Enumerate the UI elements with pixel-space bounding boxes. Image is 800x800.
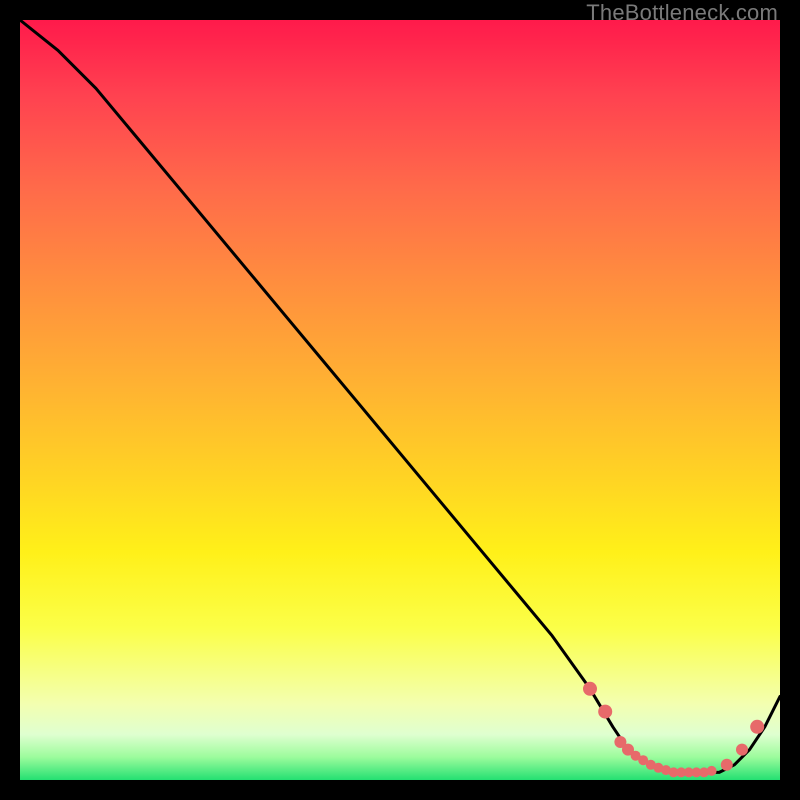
- marker-dot: [736, 744, 748, 756]
- marker-dot: [750, 720, 764, 734]
- marker-dot: [707, 766, 717, 776]
- marker-dot: [721, 759, 733, 771]
- marker-dot: [598, 705, 612, 719]
- bottleneck-curve: [20, 20, 780, 772]
- marker-dot: [583, 682, 597, 696]
- attribution-text: TheBottleneck.com: [586, 0, 778, 26]
- chart-frame: [20, 20, 780, 780]
- chart-svg: [20, 20, 780, 780]
